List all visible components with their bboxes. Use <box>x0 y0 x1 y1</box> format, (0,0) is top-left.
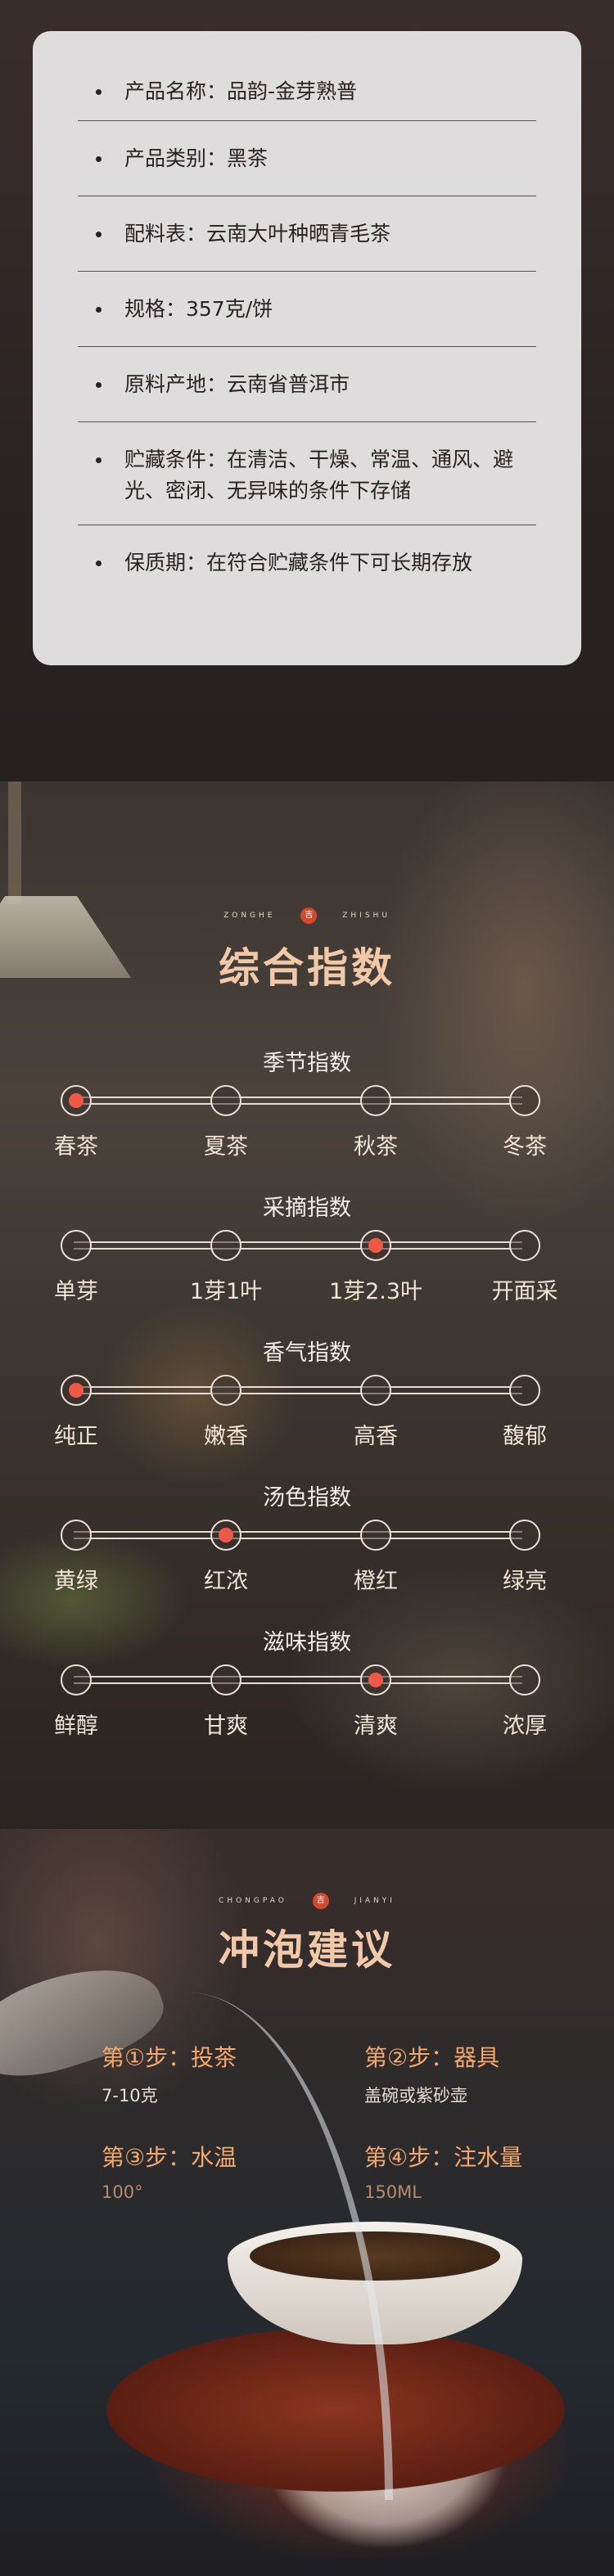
scale-label: 春茶 <box>54 1134 98 1160</box>
info-row-category: 产品类别：黑茶 <box>78 121 536 196</box>
step-1-title: 第①步：投茶 <box>102 2044 237 2071</box>
scale-label: 1芽1叶 <box>189 1279 263 1304</box>
scale-label: 单芽 <box>54 1279 98 1304</box>
scale-title: 采摘指数 <box>263 1196 351 1221</box>
info-row-storage: 贮藏条件：在清洁、干燥、常温、通风、避光、密闭、无异味的条件下存储 <box>78 422 536 525</box>
scale-label: 黄绿 <box>54 1569 98 1594</box>
section-header-en: ZONGHE 吉 ZHISHU <box>0 907 614 924</box>
lamp-decoration <box>8 781 21 904</box>
scale-node-selected <box>210 1520 242 1551</box>
step-4-title: 第④步：注水量 <box>364 2144 523 2171</box>
bullet-icon <box>96 561 102 566</box>
info-row-text: 贮藏条件：在清洁、干燥、常温、通风、避光、密闭、无异味的条件下存储 <box>124 448 514 502</box>
scale-label: 夏茶 <box>204 1134 248 1160</box>
scale-node <box>210 1664 242 1696</box>
scale-node <box>509 1085 540 1116</box>
scale-node <box>360 1085 391 1116</box>
scale-label: 秋茶 <box>354 1134 398 1160</box>
step-1-value: 7-10克 <box>102 2086 158 2105</box>
info-row-name: 产品名称：品韵-金芽熟普 <box>78 62 536 121</box>
bullet-icon <box>96 89 102 95</box>
brewing-section: CHONGPAO 吉 JIANYI 冲泡建议 第①步：投茶 7-10克 第②步：… <box>0 1829 614 2576</box>
scale-label: 1芽2.3叶 <box>328 1279 423 1304</box>
scale-track <box>74 1676 522 1684</box>
info-row-text: 原料产地：云南省普洱市 <box>124 372 350 396</box>
header-en-right: JIANYI <box>354 1897 395 1905</box>
header-en-left: CHONGPAO <box>219 1897 287 1905</box>
scale-node <box>360 1375 391 1406</box>
scale-title: 季节指数 <box>263 1051 351 1076</box>
scale-label: 橙红 <box>354 1569 398 1594</box>
scale-node <box>210 1375 242 1406</box>
scale-node-selected <box>61 1085 92 1116</box>
product-info-section: 产品名称：品韵-金芽熟普 产品类别：黑茶 配料表：云南大叶种晒青毛茶 规格：35… <box>0 0 614 781</box>
info-row-spec: 规格：357克/饼 <box>78 272 536 347</box>
seal-icon: 吉 <box>312 1893 329 1909</box>
info-row-text: 规格：357克/饼 <box>124 297 273 321</box>
scale-node-selected <box>360 1664 391 1696</box>
section-header-en: CHONGPAO 吉 JIANYI <box>0 1893 614 1909</box>
scale-title: 滋味指数 <box>263 1630 351 1655</box>
scale-track <box>74 1241 522 1250</box>
info-row-origin: 原料产地：云南省普洱市 <box>78 347 536 422</box>
info-row-text: 保质期：在符合贮藏条件下可长期存放 <box>124 551 473 574</box>
bullet-icon <box>96 457 102 463</box>
scale-node <box>509 1230 540 1261</box>
info-row-text: 产品类别：黑茶 <box>124 146 269 170</box>
info-row-shelf-life: 保质期：在符合贮藏条件下可长期存放 <box>78 525 536 601</box>
scale-label: 嫩香 <box>204 1424 248 1449</box>
scale-node <box>61 1664 92 1696</box>
scale-node <box>210 1085 242 1116</box>
info-row-text: 产品名称：品韵-金芽熟普 <box>124 79 358 103</box>
scale-label: 红浓 <box>204 1569 248 1594</box>
scale-label: 冬茶 <box>503 1134 547 1160</box>
info-row-text: 配料表：云南大叶种晒青毛茶 <box>124 222 391 245</box>
scale-node <box>210 1230 242 1261</box>
bullet-icon <box>96 232 102 237</box>
scale-node <box>509 1664 540 1696</box>
scale-node-selected <box>360 1230 391 1261</box>
scale-label: 清爽 <box>354 1714 398 1739</box>
bullet-icon <box>96 382 102 388</box>
scale-node <box>509 1520 540 1551</box>
scale-label: 高香 <box>354 1424 398 1449</box>
step-4-value: 150ML <box>364 2182 422 2202</box>
scale-label: 开面采 <box>491 1279 558 1304</box>
bullet-icon <box>96 156 102 162</box>
scale-track <box>74 1097 522 1105</box>
scale-node <box>509 1375 540 1406</box>
scale-track <box>74 1531 522 1539</box>
scale-label: 纯正 <box>54 1424 98 1449</box>
bullet-icon <box>96 307 102 313</box>
step-2-title: 第②步：器具 <box>364 2044 500 2071</box>
scale-title: 香气指数 <box>263 1340 351 1366</box>
scale-node <box>61 1230 92 1261</box>
scale-label: 甘爽 <box>204 1714 248 1739</box>
product-info-card: 产品名称：品韵-金芽熟普 产品类别：黑茶 配料表：云南大叶种晒青毛茶 规格：35… <box>33 31 581 665</box>
scale-label: 绿亮 <box>503 1569 547 1594</box>
step-3-title: 第③步：水温 <box>102 2144 237 2171</box>
scale-label: 鲜醇 <box>54 1714 98 1739</box>
step-2-value: 盖碗或紫砂壶 <box>364 2086 467 2105</box>
scale-track <box>74 1386 522 1394</box>
brewing-title: 冲泡建议 <box>219 1925 395 1974</box>
seal-icon: 吉 <box>300 907 318 924</box>
step-3-value: 100° <box>102 2182 143 2202</box>
header-en-left: ZONGHE <box>223 912 276 920</box>
indices-section: ZONGHE 吉 ZHISHU 综合指数 季节指数春茶 夏茶 秋茶 冬茶采摘指数单芽 1… <box>0 781 614 1829</box>
scale-label: 浓厚 <box>503 1714 547 1739</box>
scale-node <box>61 1520 92 1551</box>
indices-title: 综合指数 <box>219 943 395 992</box>
scale-label: 馥郁 <box>503 1424 547 1449</box>
scale-node <box>360 1520 391 1551</box>
header-en-right: ZHISHU <box>342 912 391 920</box>
info-row-ingredients: 配料表：云南大叶种晒青毛茶 <box>78 196 536 272</box>
scale-node-selected <box>61 1375 92 1406</box>
scale-title: 汤色指数 <box>263 1485 351 1511</box>
